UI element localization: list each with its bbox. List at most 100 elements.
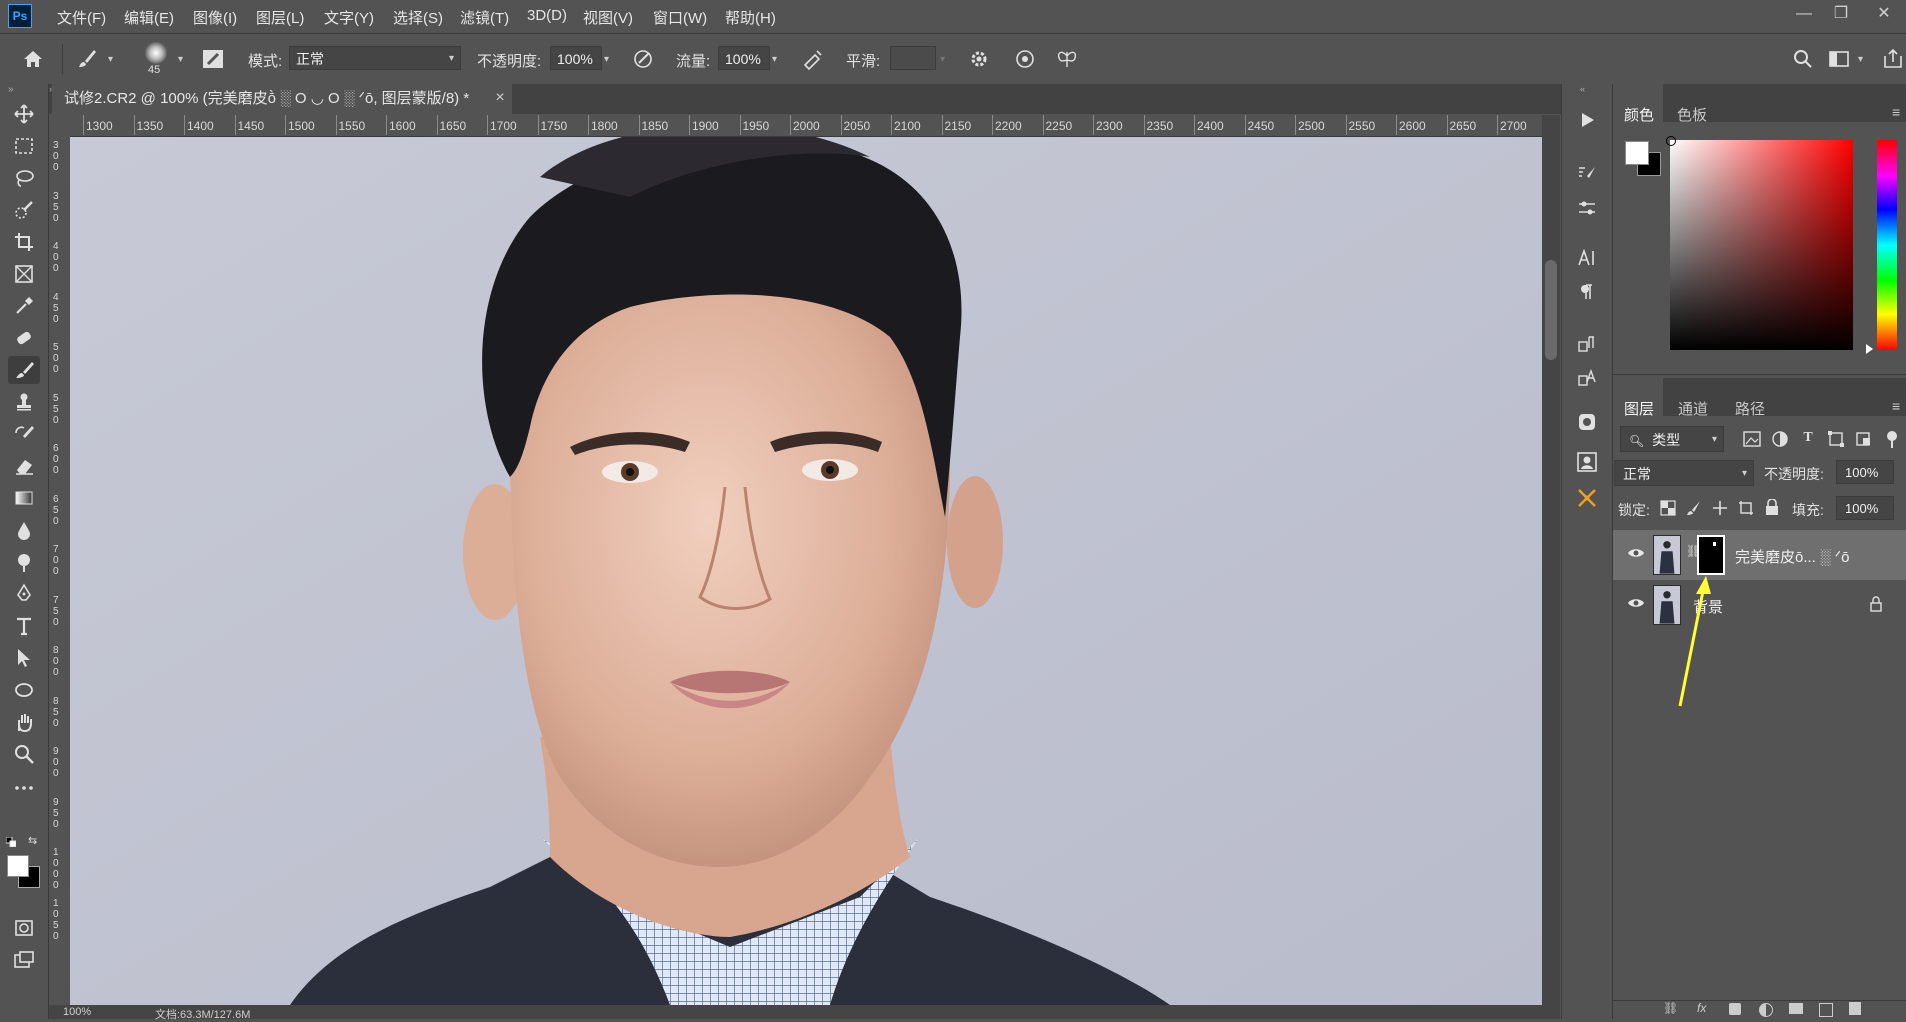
smoothing-input[interactable] [890, 46, 936, 70]
panel-menu-icon[interactable]: ≡ [1892, 398, 1900, 414]
panel-menu-icon[interactable]: ≡ [1892, 104, 1900, 120]
add-mask-icon[interactable] [1729, 1003, 1741, 1015]
fill-input[interactable]: 100% [1836, 496, 1894, 520]
search-icon[interactable] [1790, 46, 1816, 72]
menu-view[interactable]: 视图(V) [583, 7, 633, 28]
chevron-down-icon[interactable]: ▾ [178, 54, 183, 65]
tab-color-label[interactable]: 颜色 [1624, 104, 1654, 125]
filter-pixel-icon[interactable] [1742, 430, 1762, 448]
document-tab[interactable]: 试修2.CR2 @ 100% (完美磨皮ṑ ░ O ◡ O ░ ᐟō, 图层蒙版… [52, 84, 512, 114]
frame-tool-icon[interactable] [8, 260, 40, 288]
workspace-icon[interactable] [1826, 46, 1852, 72]
menu-edit[interactable]: 编辑(E) [124, 7, 174, 28]
hue-slider-handle[interactable] [1866, 344, 1873, 354]
minimize-button[interactable]: — [1790, 2, 1818, 26]
blur-tool-icon[interactable] [8, 516, 40, 544]
color-picker-field[interactable] [1670, 140, 1853, 350]
pressure-opacity-icon[interactable] [630, 46, 656, 72]
vertical-scrollbar[interactable] [1542, 115, 1560, 1005]
chevron-down-icon[interactable]: ▾ [772, 54, 777, 65]
paragraph-panel-icon[interactable] [1572, 278, 1602, 306]
adjustment-layer-icon[interactable] [1759, 1003, 1773, 1017]
brush-tool-icon[interactable] [8, 356, 40, 384]
layer-name[interactable]: 完美磨皮ō... ░ ᐟō [1735, 546, 1850, 567]
path-selection-tool-icon[interactable] [8, 644, 40, 672]
picker-cursor[interactable] [1666, 136, 1676, 146]
zoom-tool-icon[interactable] [8, 740, 40, 768]
character-panel-icon[interactable] [1572, 244, 1602, 272]
brush-preset-icon[interactable] [74, 46, 100, 72]
lock-all-icon[interactable] [1764, 498, 1780, 516]
hand-tool-icon[interactable] [8, 708, 40, 736]
layer-row-retouch[interactable]: ⛓︎ 完美磨皮ō... ░ ᐟō [1613, 530, 1906, 580]
lasso-tool-icon[interactable] [8, 164, 40, 192]
screen-mode-icon[interactable] [8, 946, 40, 974]
close-tab-icon[interactable]: × [490, 86, 510, 110]
brush-settings-icon[interactable] [1572, 160, 1602, 188]
eraser-tool-icon[interactable] [8, 452, 40, 480]
menu-file[interactable]: 文件(F) [57, 7, 106, 28]
pressure-size-icon[interactable] [1012, 46, 1038, 72]
eyedropper-tool-icon[interactable] [8, 292, 40, 320]
marquee-tool-icon[interactable] [8, 132, 40, 160]
crop-tool-icon[interactable] [8, 228, 40, 256]
foreground-color-swatch[interactable] [7, 855, 29, 877]
chevron-down-icon[interactable]: ▾ [604, 54, 609, 65]
lock-position-icon[interactable] [1712, 500, 1728, 516]
paragraph-styles-icon[interactable] [1572, 330, 1602, 358]
quick-selection-tool-icon[interactable] [8, 196, 40, 224]
layer-filter-select[interactable]: 🔍︎ 类型 ▾ [1620, 426, 1724, 452]
chevron-down-icon[interactable]: ▾ [940, 54, 945, 65]
history-brush-tool-icon[interactable] [8, 420, 40, 448]
eye-icon[interactable] [1627, 596, 1645, 610]
ellipse-tool-icon[interactable] [8, 676, 40, 704]
menu-filter[interactable]: 滤镜(T) [460, 7, 509, 28]
layer-row-background[interactable]: 背景 [1613, 580, 1906, 630]
hue-slider[interactable] [1877, 140, 1897, 350]
share-icon[interactable] [1880, 46, 1906, 72]
home-icon[interactable] [20, 46, 46, 72]
lock-pixels-icon[interactable] [1686, 500, 1702, 516]
menu-help[interactable]: 帮助(H) [725, 7, 776, 28]
tab-paths[interactable]: 路径 [1735, 398, 1765, 419]
brush-settings-panel-icon[interactable] [200, 46, 226, 72]
scrollbar-thumb[interactable] [1545, 260, 1557, 360]
plugin-tools-icon[interactable] [1572, 484, 1602, 512]
gradient-tool-icon[interactable] [8, 484, 40, 512]
horizontal-ruler[interactable]: 1300 1350 1400 1450 1500 1550 1600 1650 1700 1750… [70, 115, 1542, 137]
link-layers-icon[interactable]: ⛓︎ [1663, 1001, 1678, 1015]
blend-mode-select[interactable]: 正常 ▾ [1614, 460, 1754, 486]
trash-icon[interactable] [1849, 1002, 1861, 1015]
collapse-icon[interactable]: « [1580, 84, 1585, 94]
tab-layers-label[interactable]: 图层 [1624, 398, 1654, 419]
airbrush-icon[interactable] [800, 46, 826, 72]
menu-image[interactable]: 图像(I) [193, 7, 237, 28]
new-layer-icon[interactable] [1819, 1003, 1833, 1017]
menu-layer[interactable]: 图层(L) [256, 7, 304, 28]
type-tool-icon[interactable] [8, 612, 40, 640]
lock-artboard-icon[interactable] [1738, 500, 1754, 516]
restore-button[interactable]: ❐ [1827, 2, 1855, 26]
eye-icon[interactable] [1627, 546, 1645, 560]
move-tool-icon[interactable] [8, 100, 40, 128]
filter-shape-icon[interactable] [1826, 430, 1846, 448]
filter-adjustment-icon[interactable] [1770, 430, 1790, 448]
mode-select[interactable]: 正常 ▾ [289, 46, 461, 70]
lock-transparency-icon[interactable] [1660, 500, 1676, 516]
gear-icon[interactable] [966, 46, 992, 72]
fx-icon[interactable]: fx [1697, 1001, 1706, 1015]
brush-tip-preview[interactable] [145, 42, 167, 64]
healing-brush-tool-icon[interactable] [8, 324, 40, 352]
quick-mask-icon[interactable] [8, 914, 40, 942]
chain-link-icon[interactable]: ⛓︎ [1686, 544, 1701, 564]
flow-input[interactable]: 100% [718, 46, 770, 70]
color-foreground-swatch[interactable] [1625, 141, 1649, 165]
zoom-level[interactable]: 100% [63, 1006, 91, 1018]
clone-stamp-tool-icon[interactable] [8, 388, 40, 416]
menu-window[interactable]: 窗口(W) [653, 7, 707, 28]
chevron-down-icon[interactable]: ▾ [1858, 54, 1863, 65]
chevron-down-icon[interactable]: ▾ [108, 54, 113, 65]
collapse-icon[interactable]: » [8, 84, 14, 95]
filter-type-icon[interactable]: T [1798, 430, 1818, 448]
adjustments-sliders-icon[interactable] [1572, 194, 1602, 222]
